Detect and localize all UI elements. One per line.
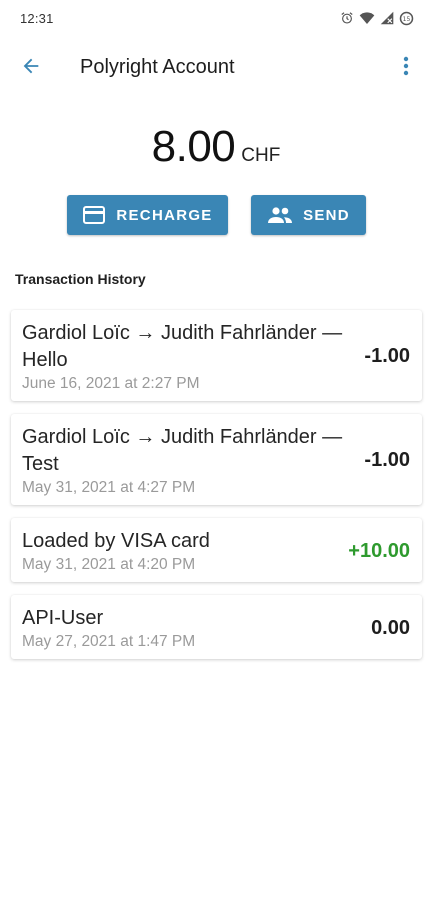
wifi-icon [359, 11, 375, 25]
more-vert-icon [403, 56, 409, 81]
transaction-info: API-User May 27, 2021 at 1:47 PM [22, 605, 371, 651]
transaction-date: May 27, 2021 at 1:47 PM [22, 633, 196, 650]
action-buttons: RECHARGE SEND [0, 195, 432, 235]
transaction-amount: 0.00 [371, 616, 410, 639]
transaction-description: API-User [22, 607, 104, 629]
back-button[interactable] [16, 53, 46, 83]
people-icon [267, 206, 293, 224]
transaction-item[interactable]: Gardiol Loïc → Judith Fahrländer — Test … [11, 414, 422, 505]
page-title: Polyright Account [80, 56, 235, 78]
arrow-back-icon [20, 55, 42, 82]
recharge-label: RECHARGE [116, 206, 213, 224]
signal-icon [380, 11, 394, 25]
battery-icon: 15 [399, 11, 414, 26]
transaction-list: Gardiol Loïc → Judith Fahrländer — Hello… [11, 310, 422, 672]
status-bar: 12:31 15 [0, 0, 432, 36]
transaction-description: Gardiol Loïc → Judith Fahrländer — Hello [22, 322, 343, 371]
transaction-description: Gardiol Loïc → Judith Fahrländer — Test [22, 426, 343, 475]
transaction-date: May 31, 2021 at 4:20 PM [22, 556, 196, 573]
status-icons: 15 [340, 11, 414, 26]
credit-card-icon [82, 205, 106, 225]
transaction-amount: -1.00 [364, 449, 410, 471]
balance-display: 8.00 CHF [0, 122, 432, 172]
recharge-button[interactable]: RECHARGE [67, 195, 228, 235]
transaction-date: June 16, 2021 at 2:27 PM [22, 375, 200, 392]
transaction-amount: -1.00 [364, 345, 410, 367]
balance-amount: 8.00 [151, 122, 236, 171]
transaction-info: Gardiol Loïc → Judith Fahrländer — Test … [22, 424, 364, 497]
send-button[interactable]: SEND [251, 195, 366, 235]
balance-currency: CHF [241, 145, 281, 166]
alarm-icon [340, 11, 354, 25]
overflow-menu-button[interactable] [394, 53, 418, 83]
transaction-description: Loaded by VISA card [22, 530, 210, 552]
send-label: SEND [303, 206, 350, 224]
transaction-history-title: Transaction History [15, 271, 146, 287]
svg-text:15: 15 [403, 16, 411, 23]
transaction-item[interactable]: API-User May 27, 2021 at 1:47 PM 0.00 [11, 595, 422, 659]
transaction-date: May 31, 2021 at 4:27 PM [22, 479, 196, 496]
transaction-info: Loaded by VISA card May 31, 2021 at 4:20… [22, 528, 348, 574]
transaction-amount: +10.00 [348, 539, 410, 562]
app-bar: Polyright Account [0, 44, 432, 90]
transaction-item[interactable]: Loaded by VISA card May 31, 2021 at 4:20… [11, 518, 422, 582]
transaction-item[interactable]: Gardiol Loïc → Judith Fahrländer — Hello… [11, 310, 422, 401]
status-time: 12:31 [20, 10, 54, 26]
transaction-info: Gardiol Loïc → Judith Fahrländer — Hello… [22, 320, 364, 393]
